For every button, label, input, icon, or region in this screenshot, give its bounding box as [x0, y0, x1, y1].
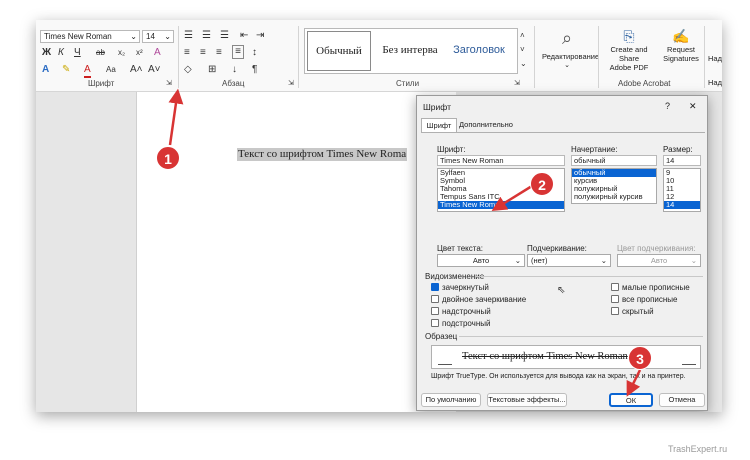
watermark: TrashExpert.ru — [668, 444, 728, 454]
annotation-arrows — [168, 88, 642, 397]
annotation-badge-3: 3 — [628, 346, 652, 370]
annotation-badge-2: 2 — [530, 172, 554, 196]
annotation-arrow-1 — [168, 88, 184, 146]
annotation-arrow-2 — [491, 184, 533, 211]
annotation-badge-1: 1 — [156, 146, 180, 170]
annotation-arrow-3 — [626, 369, 642, 397]
